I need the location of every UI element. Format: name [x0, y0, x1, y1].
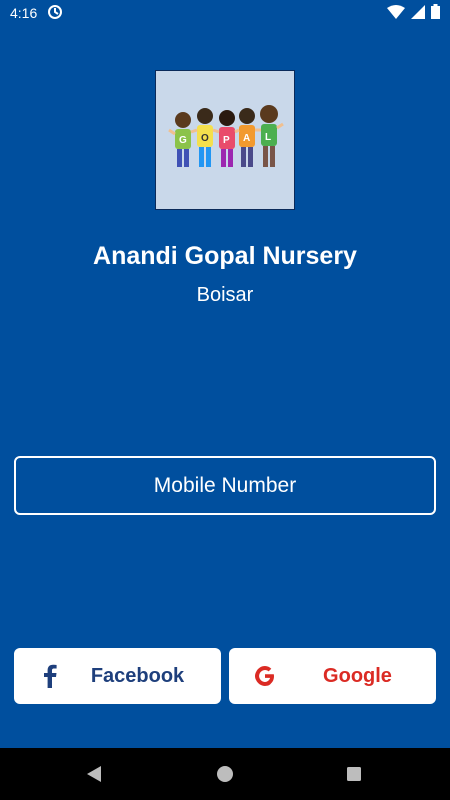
- children-logo-illustration: G O P A L: [168, 105, 284, 167]
- svg-text:L: L: [265, 132, 271, 143]
- back-icon[interactable]: [81, 761, 107, 787]
- facebook-login-button[interactable]: Facebook: [14, 648, 221, 704]
- home-icon[interactable]: [212, 761, 238, 787]
- status-right: [387, 4, 440, 22]
- recents-icon[interactable]: [341, 761, 367, 787]
- status-time: 4:16: [10, 5, 38, 21]
- school-logo: G O P A L: [155, 70, 295, 210]
- google-login-button[interactable]: Google: [229, 648, 436, 704]
- svg-text:G: G: [179, 135, 187, 146]
- signal-icon: [411, 4, 425, 22]
- data-saver-icon: [47, 4, 63, 23]
- svg-text:P: P: [223, 135, 230, 146]
- mobile-number-label: Mobile Number: [153, 473, 297, 497]
- mobile-number-button[interactable]: Mobile Number: [14, 456, 436, 515]
- school-name: Anandi Gopal Nursery: [93, 242, 357, 270]
- status-bar: 4:16: [0, 0, 450, 26]
- system-navigation-bar: [0, 748, 450, 800]
- svg-text:O: O: [201, 133, 209, 144]
- status-left: 4:16: [10, 4, 63, 23]
- google-label: Google: [323, 664, 392, 687]
- battery-icon: [431, 4, 440, 22]
- school-location: Boisar: [196, 284, 254, 306]
- svg-text:A: A: [243, 133, 250, 144]
- google-icon: [251, 662, 279, 690]
- facebook-label: Facebook: [90, 664, 185, 687]
- wifi-icon: [387, 4, 405, 22]
